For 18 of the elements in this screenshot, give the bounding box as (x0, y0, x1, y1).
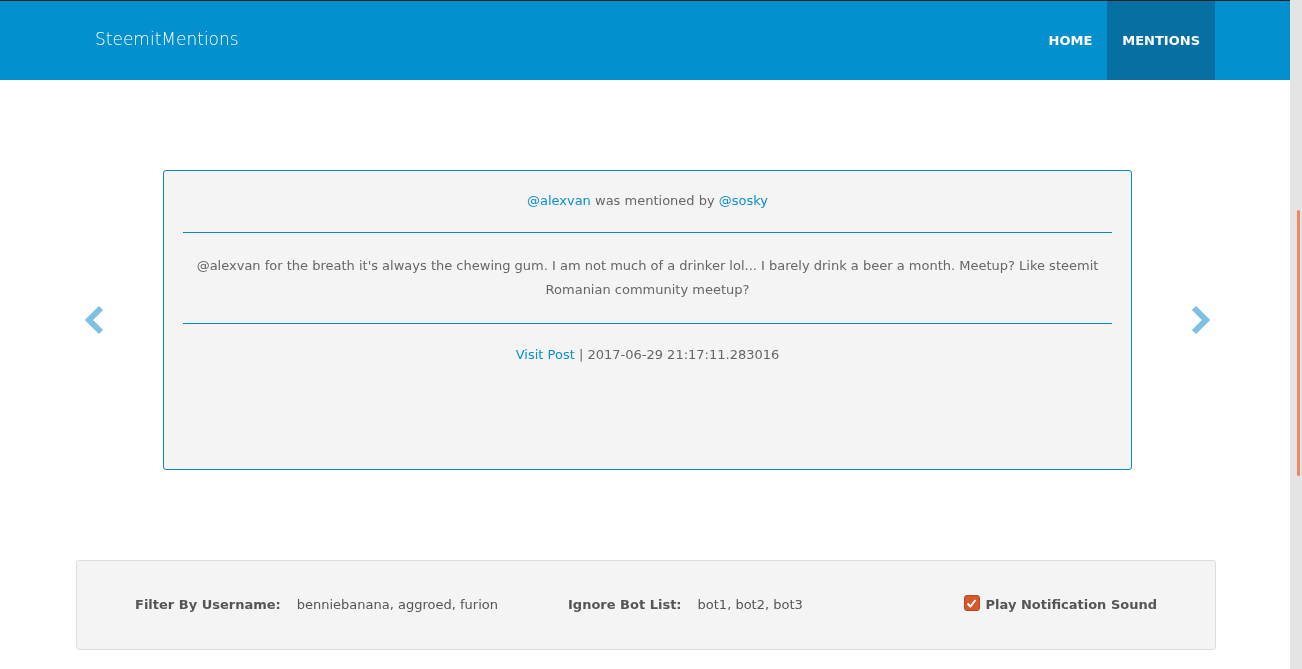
checkbox-label: Play Notification Sound (985, 596, 1157, 615)
scrollbar-thumb[interactable] (1297, 210, 1300, 476)
author-link[interactable]: @sosky (718, 193, 769, 208)
input-field[interactable]: bot1, bot2, bot3 (697, 595, 888, 615)
mention-body: @alexvan for the breath it's always the chewing gum. I am not much of a drinker lol... I barely drink a beer a month. Meetup? Like steemit Romanian community meetup? (195, 256, 1100, 299)
separator: | (578, 346, 584, 362)
checkbox[interactable] (963, 595, 980, 611)
field-label: Filter By Username: (135, 596, 281, 615)
brand-link[interactable]: SteemitMentions (95, 26, 1034, 53)
username-link[interactable]: @alexvan (526, 193, 591, 208)
field-label: Ignore Bot List: (568, 596, 682, 615)
scrollbar[interactable] (1290, 0, 1302, 669)
nav-link[interactable]: MENTIONS (1107, 1, 1215, 80)
timestamp: 2017-06-29 21:17:11.283016 (587, 346, 780, 362)
mention-text: was mentioned by (595, 193, 715, 208)
visit-post-link[interactable]: Visit Post (515, 346, 575, 362)
nav-link[interactable]: HOME (1033, 1, 1108, 80)
input-field[interactable]: benniebanana, aggroed, furion (296, 595, 558, 615)
